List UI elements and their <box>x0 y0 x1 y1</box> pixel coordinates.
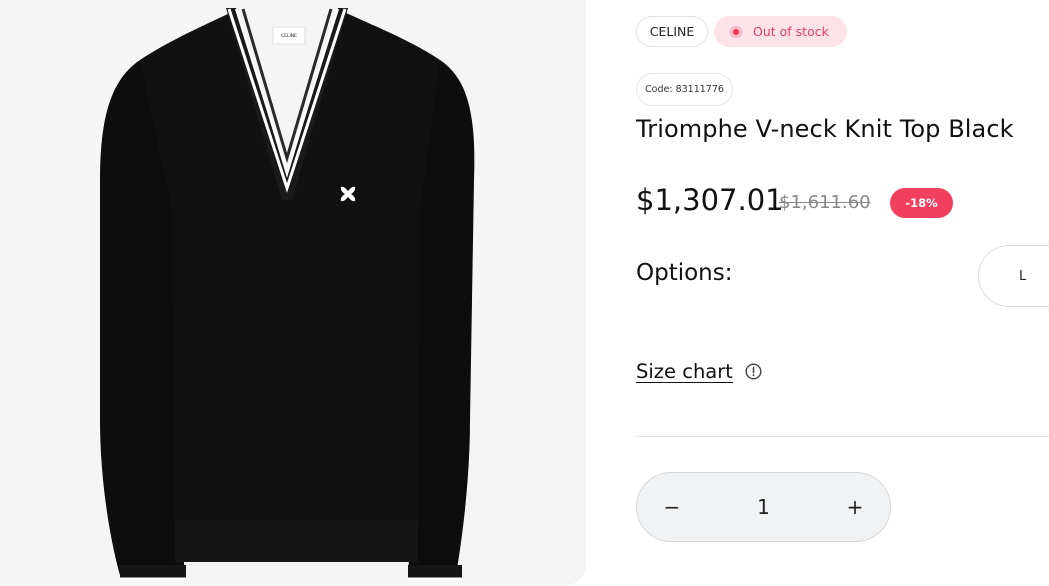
options-label: Options: <box>636 260 733 286</box>
neck-label-text: CELINE <box>281 33 297 39</box>
brand-label: CELINE <box>649 24 695 39</box>
brand-tag[interactable]: CELINE <box>636 16 708 47</box>
stock-status-badge: Out of stock <box>714 16 847 47</box>
original-price: $1,611.60 <box>779 192 871 213</box>
product-page: CELINE CELINE Out of stock Code: 8311177… <box>0 0 1049 586</box>
product-code-badge: Code: 83111776 <box>636 73 733 106</box>
minus-icon: − <box>663 495 681 519</box>
stock-dot-icon <box>730 25 742 38</box>
size-chart-link[interactable]: Size chart <box>636 360 762 383</box>
size-option-l[interactable]: L <box>978 245 1049 307</box>
plus-icon: + <box>846 495 864 519</box>
divider <box>636 436 1049 437</box>
current-price: $1,307.01 <box>636 183 784 217</box>
size-chart-label: Size chart <box>636 360 733 383</box>
info-icon[interactable] <box>745 363 762 380</box>
decrease-quantity-button[interactable]: − <box>637 473 707 541</box>
quantity-stepper: − 1 + <box>636 472 891 542</box>
increase-quantity-button[interactable]: + <box>820 473 890 541</box>
product-title: Triomphe V-neck Knit Top Black <box>636 115 1014 143</box>
stock-status-label: Out of stock <box>753 24 829 39</box>
sweater-illustration: CELINE <box>100 8 475 581</box>
product-image[interactable]: CELINE <box>0 0 586 586</box>
discount-label: -18% <box>905 196 938 210</box>
size-option-label: L <box>1019 268 1027 284</box>
discount-badge: -18% <box>890 188 953 218</box>
quantity-value[interactable]: 1 <box>707 473 820 541</box>
product-code: Code: 83111776 <box>645 84 724 95</box>
